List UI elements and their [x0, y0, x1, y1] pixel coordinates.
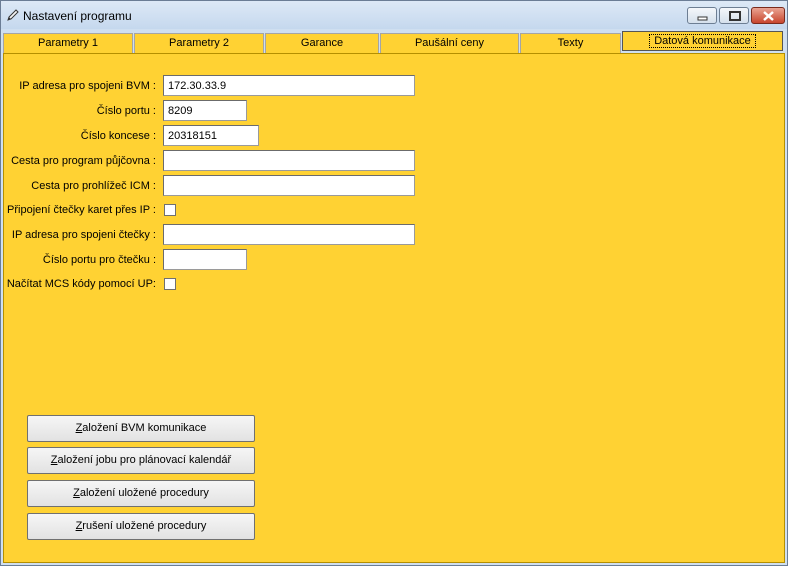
ip-bvm-label: IP adresa pro spojeni BVM :: [19, 80, 156, 92]
create-bvm-communication-button[interactable]: Založení BVM komunikace: [27, 415, 255, 442]
concession-label: Číslo koncese :: [80, 130, 156, 142]
minimize-button[interactable]: [687, 7, 717, 24]
tab-datova-komunikace[interactable]: Datová komunikace: [622, 31, 783, 51]
minimize-icon: [697, 16, 708, 21]
maximize-button[interactable]: [719, 7, 749, 24]
tab-pausalni-ceny[interactable]: Paušální ceny: [380, 33, 519, 53]
reader-port-input[interactable]: [163, 249, 247, 270]
port-label: Číslo portu :: [96, 105, 156, 117]
title-bar[interactable]: Nastavení programu: [1, 1, 787, 29]
mcs-checkbox[interactable]: [164, 278, 176, 290]
ip-bvm-input[interactable]: [163, 75, 415, 96]
tab-texty[interactable]: Texty: [520, 33, 621, 53]
reader-port-label: Číslo portu pro čtečku :: [42, 254, 156, 266]
reader-ip-input[interactable]: [163, 224, 415, 245]
tab-parametry-2[interactable]: Parametry 2: [134, 33, 264, 53]
rental-path-input[interactable]: [163, 150, 415, 171]
tab-panel: IP adresa pro spojeni BVM : Číslo portu …: [3, 53, 785, 563]
tab-bar: Parametry 1 Parametry 2 Garance Paušální…: [3, 31, 785, 53]
window-title: Nastavení programu: [23, 9, 132, 23]
settings-window: Nastavení programu Parametry 1 Parametry…: [0, 0, 788, 566]
tab-garance[interactable]: Garance: [265, 33, 379, 53]
tab-parametry-1[interactable]: Parametry 1: [3, 33, 133, 53]
maximize-icon: [729, 11, 741, 21]
create-stored-procedure-button[interactable]: Založení uložené procedury: [27, 480, 255, 507]
close-button[interactable]: [751, 7, 785, 24]
create-calendar-job-button[interactable]: Založení jobu pro plánovací kalendář: [27, 447, 255, 474]
rental-path-label: Cesta pro program půjčovna :: [11, 155, 156, 167]
drop-stored-procedure-button[interactable]: Zrušení uložené procedury: [27, 513, 255, 540]
reader-ip-checkbox[interactable]: [164, 204, 176, 216]
port-input[interactable]: [163, 100, 247, 121]
pen-icon: [7, 9, 19, 21]
reader-ip-label: IP adresa pro spojeni čtečky :: [11, 229, 156, 241]
close-icon: [763, 11, 774, 21]
icm-path-label: Cesta pro prohlížeč ICM :: [31, 180, 156, 192]
icm-path-input[interactable]: [163, 175, 415, 196]
concession-input[interactable]: [163, 125, 259, 146]
reader-ip-checkbox-label: Připojení čtečky karet přes IP :: [7, 204, 156, 216]
mcs-checkbox-label: Načítat MCS kódy pomocí UP:: [6, 278, 156, 290]
